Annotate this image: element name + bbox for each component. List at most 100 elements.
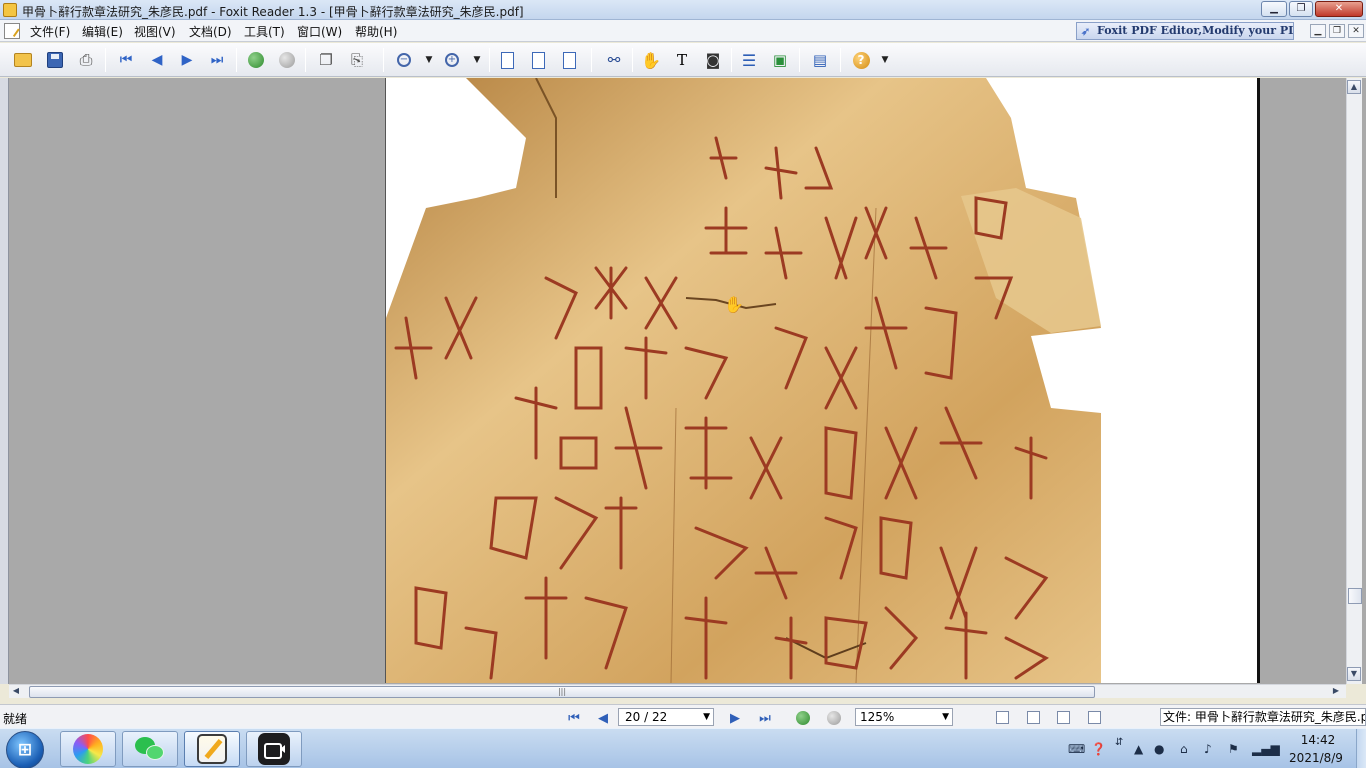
window-title: 甲骨卜辭行款章法研究_朱彦民.pdf - Foxit Reader 1.3 - … bbox=[22, 5, 524, 19]
page-dropdown-icon[interactable]: ▼ bbox=[703, 709, 710, 725]
doc-restore-button[interactable]: ❐ bbox=[1329, 24, 1345, 38]
hand-tool-icon[interactable]: ✋ bbox=[640, 49, 662, 71]
paste-icon[interactable]: ⎘ bbox=[346, 49, 368, 71]
go-forward-icon[interactable] bbox=[276, 49, 298, 71]
foxit-reader-icon bbox=[197, 734, 227, 764]
bookmarks-panel-icon[interactable]: ☰ bbox=[738, 49, 760, 71]
rocket-icon: ➶ bbox=[1081, 25, 1091, 38]
menu-window[interactable]: 窗口(W) bbox=[297, 23, 342, 40]
text-select-icon[interactable]: T bbox=[671, 49, 693, 71]
pdf-page[interactable]: ✋ bbox=[385, 78, 1260, 683]
taskbar-foxit-reader[interactable] bbox=[184, 731, 240, 767]
zoom-in-dropdown-icon[interactable]: ▼ bbox=[466, 49, 488, 71]
scroll-down-button[interactable]: ▼ bbox=[1347, 667, 1361, 681]
clock-time[interactable]: 14:42 bbox=[1296, 733, 1340, 747]
toolbar: ⎙ ⏮ ◀ ▶ ⏭ ❐ ⎘ − ▼ + ▼ ⚯ ✋ T ◙ ☰ ▣ ▤ ? ▼ bbox=[0, 43, 1366, 77]
usb-device-icon[interactable]: ⌂ bbox=[1180, 742, 1188, 756]
zoom-out-icon[interactable]: − bbox=[393, 49, 415, 71]
thumbnails-icon[interactable]: ▣ bbox=[769, 49, 791, 71]
status-go-back-icon[interactable] bbox=[795, 710, 811, 726]
taskbar-wechat[interactable] bbox=[122, 731, 178, 767]
first-page-icon[interactable]: ⏮ bbox=[115, 49, 137, 71]
find-binoculars-icon[interactable]: ⚯ bbox=[603, 49, 625, 71]
doc-close-button[interactable]: ✕ bbox=[1348, 24, 1364, 38]
maximize-button[interactable]: ❐ bbox=[1289, 1, 1313, 17]
scroll-left-button[interactable]: ◀ bbox=[9, 685, 23, 699]
copy-icon[interactable]: ❐ bbox=[315, 49, 337, 71]
actual-size-icon[interactable] bbox=[496, 49, 518, 71]
horizontal-scroll-thumb[interactable]: ||| bbox=[29, 686, 1095, 698]
hand-cursor-icon: ✋ bbox=[724, 295, 744, 314]
menu-view[interactable]: 视图(V) bbox=[134, 23, 176, 40]
fit-width-icon[interactable] bbox=[558, 49, 580, 71]
keyboard-icon[interactable]: ⌨ bbox=[1068, 742, 1085, 756]
total-pages: 22 bbox=[651, 710, 668, 724]
pinwheel-icon bbox=[73, 734, 103, 764]
last-page-icon[interactable]: ⏭ bbox=[206, 49, 228, 71]
vertical-scrollbar[interactable]: ▲ ▼ bbox=[1346, 78, 1362, 684]
promo-banner[interactable]: ➶ Foxit PDF Editor,Modify your PDF! bbox=[1076, 22, 1294, 40]
menu-bar: 文件(F) 编辑(E) 视图(V) 文档(D) 工具(T) 窗口(W) 帮助(H… bbox=[0, 20, 1366, 42]
go-back-icon[interactable] bbox=[245, 49, 267, 71]
menu-file[interactable]: 文件(F) bbox=[30, 23, 70, 40]
save-disk-icon[interactable] bbox=[44, 49, 66, 71]
doc-minimize-button[interactable]: ▁ bbox=[1310, 24, 1326, 38]
file-info-field: 文件: 甲骨卜辭行款章法研究_朱彦民.p bbox=[1160, 708, 1366, 726]
show-desktop-button[interactable] bbox=[1356, 729, 1366, 768]
status-last-page-icon[interactable]: ⏭ bbox=[757, 710, 773, 726]
taskbar: ⊞ ⌨ ❓ ⇵ ▲ ● ⌂ ♪ ⚑ ▂▄▆ 14:42 2021/8/9 bbox=[0, 728, 1366, 768]
status-first-page-icon[interactable]: ⏮ bbox=[566, 710, 582, 726]
taskbar-video-app[interactable] bbox=[246, 731, 302, 767]
show-hidden-icons-icon[interactable]: ▲ bbox=[1134, 742, 1143, 756]
fit-page-icon[interactable] bbox=[527, 49, 549, 71]
status-go-forward-icon[interactable] bbox=[826, 710, 842, 726]
status-bar: 就绪 ⏮ ◀ 20 / 22 ▼ ▶ ⏭ 125% ▼ 文件: 甲骨卜辭行款章法… bbox=[0, 704, 1366, 728]
page-number-field[interactable]: 20 / 22 ▼ bbox=[618, 708, 714, 726]
qq-penguin-icon[interactable]: ● bbox=[1154, 742, 1164, 756]
scroll-up-button[interactable]: ▲ bbox=[1347, 80, 1361, 94]
status-next-page-icon[interactable]: ▶ bbox=[727, 710, 743, 726]
minimize-button[interactable]: ▁ bbox=[1261, 1, 1287, 17]
menu-document[interactable]: 文档(D) bbox=[189, 23, 232, 40]
help-tray-icon[interactable]: ❓ bbox=[1091, 742, 1106, 756]
previous-page-icon[interactable]: ◀ bbox=[146, 49, 168, 71]
next-page-icon[interactable]: ▶ bbox=[176, 49, 198, 71]
zoom-in-icon[interactable]: + bbox=[441, 49, 463, 71]
continuous-facing-layout-icon[interactable] bbox=[1088, 711, 1101, 724]
window-switch-icon[interactable]: ⇵ bbox=[1115, 737, 1123, 748]
foxit-app-icon bbox=[3, 3, 17, 17]
horizontal-scrollbar[interactable]: ◀ ||| ▶ bbox=[9, 684, 1346, 698]
taskbar-pinwheel-app[interactable] bbox=[60, 731, 116, 767]
document-icon[interactable] bbox=[4, 23, 20, 39]
zoom-out-dropdown-icon[interactable]: ▼ bbox=[418, 49, 440, 71]
print-icon[interactable]: ⎙ bbox=[75, 49, 97, 71]
single-page-layout-icon[interactable] bbox=[996, 711, 1009, 724]
help-icon[interactable]: ? bbox=[850, 49, 872, 71]
network-signal-icon[interactable]: ▂▄▆ bbox=[1252, 742, 1280, 756]
start-button[interactable]: ⊞ bbox=[6, 731, 44, 768]
promo-text: Foxit PDF Editor,Modify your PDF! bbox=[1097, 24, 1294, 37]
close-button[interactable]: ✕ bbox=[1315, 1, 1363, 17]
vertical-scroll-thumb[interactable] bbox=[1348, 588, 1362, 604]
help-dropdown-icon[interactable]: ▼ bbox=[874, 49, 896, 71]
zoom-value: 125% bbox=[860, 710, 895, 724]
open-folder-icon[interactable] bbox=[12, 49, 34, 71]
side-panel-edge[interactable] bbox=[0, 78, 9, 684]
scroll-right-button[interactable]: ▶ bbox=[1329, 685, 1343, 699]
zoom-dropdown-icon[interactable]: ▼ bbox=[942, 709, 949, 725]
action-center-flag-icon[interactable]: ⚑ bbox=[1228, 742, 1239, 756]
status-previous-page-icon[interactable]: ◀ bbox=[595, 710, 611, 726]
current-page: 20 bbox=[625, 710, 641, 724]
continuous-layout-icon[interactable] bbox=[1027, 711, 1040, 724]
volume-icon[interactable]: ♪ bbox=[1204, 742, 1212, 756]
facing-layout-icon[interactable] bbox=[1057, 711, 1070, 724]
clock-date[interactable]: 2021/8/9 bbox=[1285, 751, 1347, 765]
properties-icon[interactable]: ▤ bbox=[809, 49, 831, 71]
menu-edit[interactable]: 编辑(E) bbox=[82, 23, 123, 40]
snapshot-camera-icon[interactable]: ◙ bbox=[702, 49, 724, 71]
page-separator: / bbox=[644, 710, 649, 724]
zoom-level-field[interactable]: 125% ▼ bbox=[855, 708, 953, 726]
menu-tools[interactable]: 工具(T) bbox=[244, 23, 285, 40]
video-camera-icon bbox=[258, 733, 290, 765]
menu-help[interactable]: 帮助(H) bbox=[355, 23, 397, 40]
